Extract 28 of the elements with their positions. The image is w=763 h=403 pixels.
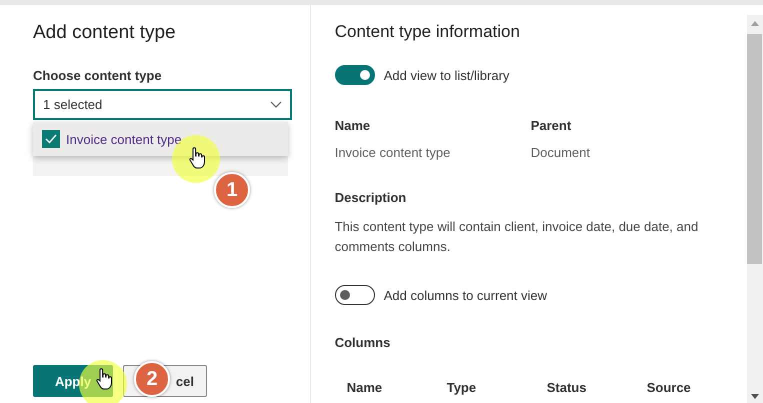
content-type-dropdown[interactable]: 1 selected [33,89,292,120]
column-header: Type [446,380,478,395]
description-text: This content type will contain client, invoice date, due date, and comments columns. [334,218,700,256]
panel-title: Add content type [33,22,177,44]
field-value: Invoice content type [334,145,452,160]
toggle-label: Add view to list/library [384,68,510,82]
scroll-down-icon[interactable] [750,394,759,399]
column-header: Status [546,380,588,395]
chevron-down-icon [270,100,282,108]
scrollbar[interactable] [746,15,763,403]
toggle-label: Add columns to current view [384,288,548,302]
checkbox[interactable] [42,130,60,148]
dropdown-option[interactable]: Invoice content type [33,130,182,148]
toggle-switch[interactable] [334,285,375,305]
toggle-switch[interactable] [334,65,375,85]
checkmark-icon [45,134,57,144]
section-label: Columns [334,335,392,350]
section-label: Description [334,190,408,205]
hand-cursor-icon [95,368,113,390]
field-label: Name [334,118,372,133]
hand-cursor-icon [188,147,206,169]
field-value: Document [530,145,591,160]
column-header: Source [646,380,692,395]
field-label: Parent [530,118,572,133]
column-header: Name [346,380,384,395]
step-badge: 1 [214,172,250,208]
panel-title: Content type information [334,22,521,42]
field-label: Choose content type [33,68,163,83]
